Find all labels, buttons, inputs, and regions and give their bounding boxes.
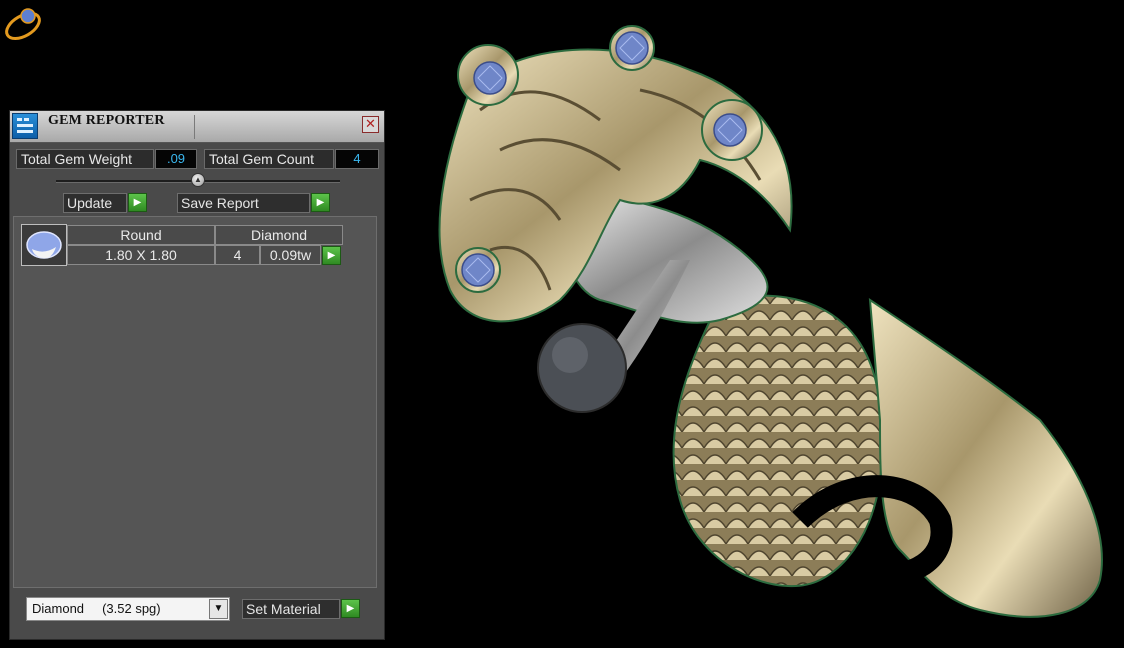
total-gem-weight-label: Total Gem Weight — [16, 149, 154, 169]
panel-title: GEM REPORTER — [48, 113, 165, 128]
gem-list — [13, 216, 377, 588]
gem-reporter-icon — [12, 113, 38, 139]
save-report-play-arrow-icon[interactable]: ▶ — [311, 193, 330, 212]
gem-size-cell: 1.80 X 1.80 — [67, 245, 215, 265]
update-button[interactable]: Update — [63, 193, 127, 213]
gem-weight-cell: 0.09tw — [260, 245, 321, 265]
material-dropdown[interactable]: Diamond (3.52 spg) ▼ — [26, 597, 230, 621]
chevron-down-icon[interactable]: ▼ — [209, 599, 228, 619]
gem-reporter-panel: GEM REPORTER ✕ Total Gem Weight .09 Tota… — [9, 110, 385, 640]
total-gem-weight-value: .09 — [155, 149, 197, 169]
set-material-button[interactable]: Set Material — [242, 599, 340, 619]
gem-shape-cell: Round — [67, 225, 215, 245]
set-material-play-arrow-icon[interactable]: ▶ — [341, 599, 360, 618]
total-gem-count-value: 4 — [335, 149, 379, 169]
title-divider — [194, 115, 195, 139]
panel-titlebar[interactable]: GEM REPORTER ✕ — [10, 111, 384, 143]
ring-orientation-icon[interactable] — [0, 0, 46, 46]
close-icon[interactable]: ✕ — [362, 116, 379, 133]
save-report-button[interactable]: Save Report — [177, 193, 310, 213]
update-play-arrow-icon[interactable]: ▶ — [128, 193, 147, 212]
gem-material-cell: Diamond — [215, 225, 343, 245]
slider-handle[interactable]: ▲ — [191, 173, 205, 187]
round-gem-icon[interactable] — [21, 224, 67, 266]
total-gem-count-label: Total Gem Count — [204, 149, 334, 169]
material-selected-value: Diamond (3.52 spg) — [32, 601, 161, 616]
gem-count-cell: 4 — [215, 245, 260, 265]
gem-row-play-arrow-icon[interactable]: ▶ — [322, 246, 341, 265]
